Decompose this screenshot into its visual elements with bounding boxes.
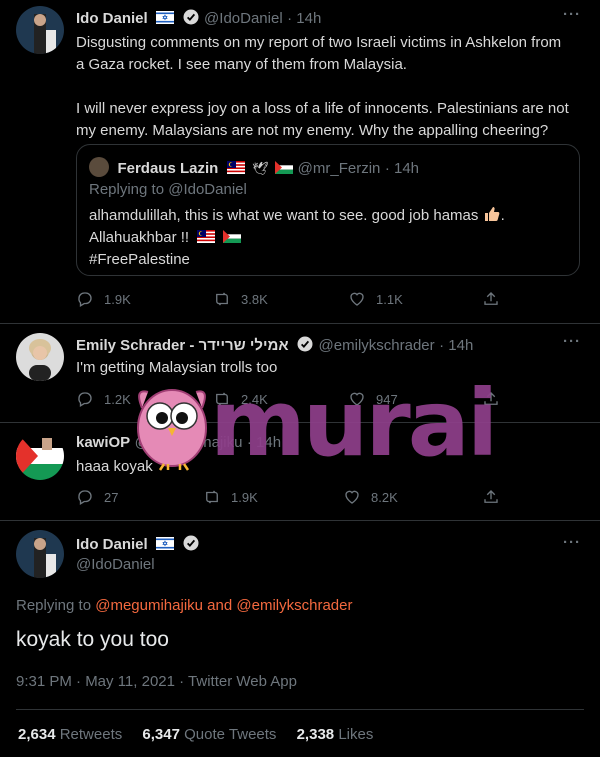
avatar-ferdaus-lazin bbox=[89, 157, 109, 177]
quoted-tweet[interactable]: Ferdaus Lazin 🕊 @mr_Ferzin · 14h Replyin… bbox=[76, 144, 580, 276]
israel-flag-icon bbox=[156, 537, 175, 550]
replying-handle-link[interactable]: @megumihajiku bbox=[95, 597, 203, 614]
likes-stat[interactable]: 2,338 Likes bbox=[297, 726, 374, 743]
palestine-flag-icon bbox=[223, 230, 242, 243]
reply-button[interactable]: 1.2K bbox=[76, 390, 131, 408]
avatar-ido-daniel[interactable] bbox=[16, 530, 64, 578]
verified-badge-icon bbox=[297, 336, 313, 352]
like-count: 1.1K bbox=[376, 291, 403, 307]
likes-label: Likes bbox=[338, 726, 374, 743]
retweet-button[interactable]: 1.9K bbox=[203, 488, 258, 506]
like-button[interactable]: 8.2K bbox=[343, 488, 398, 506]
share-button[interactable] bbox=[482, 488, 510, 506]
reply-icon bbox=[78, 490, 92, 505]
author-name[interactable]: Emily Schrader - אמילי שריידר bbox=[76, 337, 289, 354]
retweet-icon bbox=[216, 292, 228, 306]
avatar-kawiop[interactable] bbox=[16, 432, 64, 480]
malaysia-flag-icon bbox=[226, 161, 245, 174]
quoted-text-line: Allahuakhbar !! bbox=[89, 229, 190, 246]
malaysia-flag-icon bbox=[197, 230, 216, 243]
murai-watermark: murai bbox=[130, 370, 498, 478]
retweet-count: 3.8K bbox=[241, 291, 268, 307]
share-icon bbox=[484, 490, 498, 503]
watermark-text: murai bbox=[210, 370, 498, 477]
heart-icon bbox=[350, 292, 364, 306]
quotes-stat[interactable]: 6,347 Quote Tweets bbox=[142, 726, 280, 743]
thumbs-up-icon bbox=[483, 205, 501, 223]
retweet-button[interactable]: 3.8K bbox=[213, 290, 268, 308]
tweet-text-line: my enemy. Malaysians are not my enemy. W… bbox=[76, 122, 549, 139]
heart-icon bbox=[345, 490, 359, 504]
verified-badge-icon bbox=[183, 535, 199, 551]
likes-count: 2,338 bbox=[296, 726, 335, 743]
tweet-text-line: I will never express joy on a loss of a … bbox=[76, 100, 569, 117]
dove-icon: 🕊 bbox=[252, 161, 269, 176]
author-handle[interactable]: @IdoDaniel bbox=[76, 556, 155, 573]
author-handle[interactable]: @emilykschrader bbox=[319, 337, 435, 354]
divider bbox=[0, 520, 600, 521]
tweet-time[interactable]: · 14h bbox=[287, 10, 321, 27]
replying-and: and bbox=[207, 597, 233, 614]
tweet-text-line: Disgusting comments on my report of two … bbox=[76, 34, 562, 51]
main-tweet-text: koyak to you too bbox=[16, 628, 169, 651]
palestine-flag-icon bbox=[275, 161, 294, 174]
reply-button[interactable]: 27 bbox=[76, 488, 118, 506]
reply-icon bbox=[78, 392, 92, 407]
quoted-tweet-time: · 14h bbox=[384, 160, 420, 177]
author-name[interactable]: Ido Daniel bbox=[76, 536, 148, 553]
reply-button[interactable]: 1.9K bbox=[76, 290, 131, 308]
retweets-stat[interactable]: 2,634 Retweets bbox=[18, 726, 126, 743]
more-options-icon[interactable]: ··· bbox=[563, 6, 581, 23]
retweets-label: Retweets bbox=[59, 726, 123, 743]
reply-icon bbox=[78, 292, 92, 307]
quotes-count: 6,347 bbox=[142, 726, 180, 743]
replying-label: Replying to bbox=[89, 181, 165, 198]
avatar-emily-schrader[interactable] bbox=[16, 333, 64, 381]
israel-flag-icon bbox=[156, 11, 175, 24]
divider bbox=[16, 709, 584, 710]
hashtag-link[interactable]: #FreePalestine bbox=[89, 249, 569, 271]
quoted-author-name: Ferdaus Lazin bbox=[117, 160, 219, 177]
quoted-text-line: alhamdulillah, this is what we want to s… bbox=[89, 207, 479, 224]
tweet-text-line: a Gaza rocket. I see many of them from M… bbox=[76, 56, 407, 73]
author-name[interactable]: Ido Daniel bbox=[76, 10, 148, 27]
share-icon bbox=[484, 292, 498, 305]
author-handle[interactable]: @IdoDaniel bbox=[204, 10, 283, 27]
retweets-count: 2,634 bbox=[18, 726, 56, 743]
replying-handle: @IdoDaniel bbox=[168, 181, 247, 198]
divider bbox=[0, 323, 600, 324]
share-button[interactable] bbox=[482, 290, 510, 308]
tweet-meta[interactable]: 9:31 PM · May 11, 2021 · Twitter Web App bbox=[16, 673, 297, 690]
avatar-ido-daniel[interactable] bbox=[16, 6, 64, 54]
retweet-icon bbox=[206, 490, 218, 504]
more-options-icon[interactable]: ··· bbox=[563, 333, 581, 350]
replying-handle-link[interactable]: @emilykschrader bbox=[236, 597, 352, 614]
reply-count: 27 bbox=[104, 489, 119, 505]
like-count: 8.2K bbox=[371, 489, 398, 505]
quotes-label: Quote Tweets bbox=[184, 726, 277, 743]
bird-mascot-icon bbox=[137, 389, 207, 471]
tweet-time[interactable]: · 14h bbox=[439, 337, 473, 354]
author-name[interactable]: kawiOP bbox=[76, 434, 130, 451]
like-button[interactable]: 1.1K bbox=[348, 290, 403, 308]
reply-count: 1.9K bbox=[104, 291, 131, 307]
retweet-count: 1.9K bbox=[231, 489, 258, 505]
verified-badge-icon bbox=[183, 9, 199, 25]
more-options-icon[interactable]: ··· bbox=[563, 534, 581, 551]
reply-count: 1.2K bbox=[104, 391, 131, 407]
replying-label: Replying to bbox=[16, 597, 92, 614]
quoted-author-handle: @mr_Ferzin bbox=[297, 160, 381, 177]
